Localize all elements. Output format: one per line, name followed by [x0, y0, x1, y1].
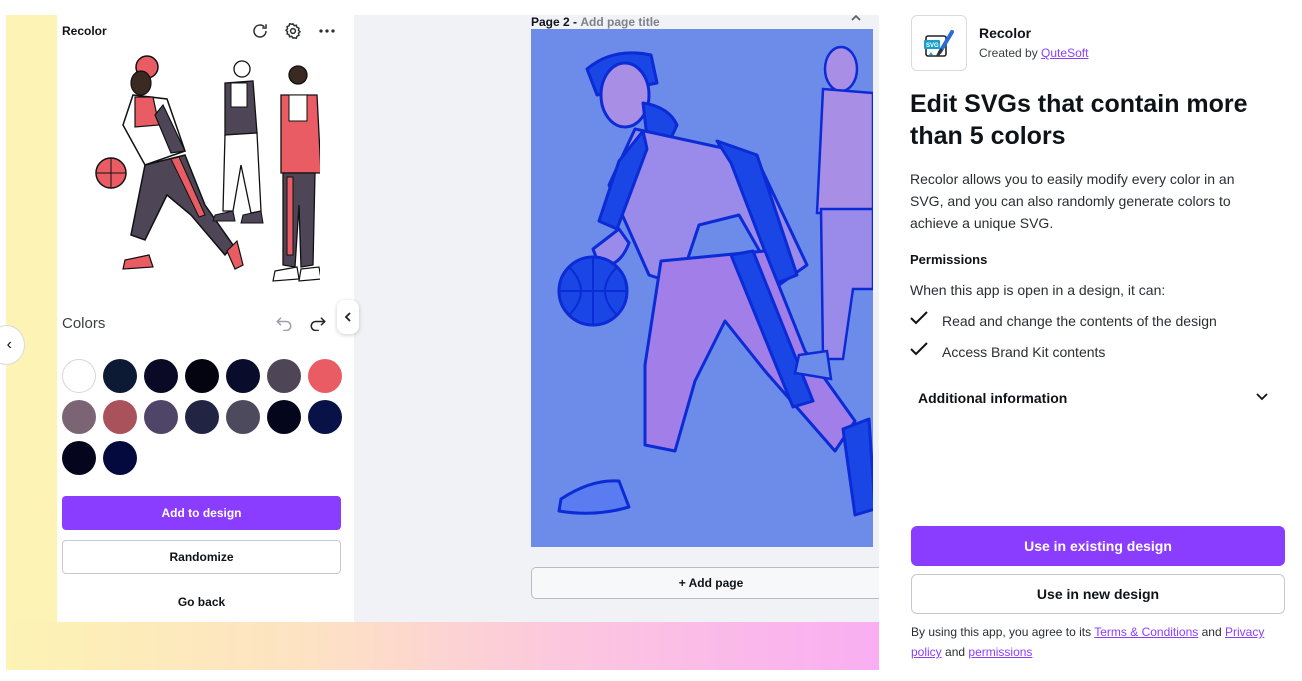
color-swatch[interactable] — [62, 441, 96, 475]
color-swatch[interactable] — [267, 359, 301, 393]
permission-label: Read and change the contents of the desi… — [942, 312, 1217, 329]
add-to-design-button[interactable]: Add to design — [62, 496, 341, 530]
color-swatch[interactable] — [308, 400, 342, 434]
color-swatch-grid — [62, 359, 342, 475]
color-swatch[interactable] — [144, 400, 178, 434]
additional-information-toggle[interactable]: Additional information — [918, 390, 1067, 406]
permission-item: Access Brand Kit contents — [910, 342, 1105, 361]
author-link[interactable]: QuteSoft — [1041, 46, 1088, 60]
color-swatch[interactable] — [103, 359, 137, 393]
undo-icon[interactable] — [275, 315, 293, 336]
color-swatch[interactable] — [62, 359, 96, 393]
permission-label: Access Brand Kit contents — [942, 343, 1106, 360]
page-title-input[interactable]: Add page title — [580, 15, 659, 29]
randomize-button[interactable]: Randomize — [62, 540, 341, 574]
terms-and-2: and — [945, 645, 966, 659]
color-swatch[interactable] — [103, 400, 137, 434]
panel-title: Recolor — [62, 24, 107, 38]
color-swatch[interactable] — [308, 359, 342, 393]
color-swatch[interactable] — [185, 359, 219, 393]
more-options-icon[interactable] — [316, 20, 338, 42]
settings-gear-icon[interactable] — [282, 20, 304, 42]
collapse-panel-chevron-icon[interactable] — [337, 300, 359, 334]
refresh-icon[interactable] — [249, 20, 271, 42]
recolor-app-panel: Recolor Colors Add to design Randomize G… — [57, 15, 354, 622]
app-info-panel: SVG Recolor Created by QuteSoft Edit SVG… — [879, 0, 1302, 681]
go-back-button[interactable]: Go back — [62, 585, 341, 619]
redo-icon[interactable] — [309, 315, 327, 336]
permissions-link[interactable]: permissions — [968, 645, 1032, 659]
svg-text:SVG: SVG — [926, 43, 939, 49]
add-page-button[interactable]: + Add page — [531, 567, 891, 599]
design-page-canvas[interactable] — [531, 29, 873, 547]
terms-link[interactable]: Terms & Conditions — [1094, 625, 1198, 639]
page-number: Page 2 - — [531, 15, 578, 29]
color-swatch[interactable] — [185, 400, 219, 434]
use-in-existing-design-button[interactable]: Use in existing design — [911, 526, 1285, 566]
permissions-intro: When this app is open in a design, it ca… — [910, 282, 1166, 298]
created-by: Created by QuteSoft — [979, 46, 1088, 60]
chevron-up-icon[interactable] — [850, 12, 862, 26]
page-label: Page 2 - Add page title — [531, 15, 660, 29]
terms-prefix: By using this app, you agree to its — [911, 625, 1092, 639]
chevron-down-icon[interactable] — [1255, 388, 1269, 404]
checkmark-icon — [910, 311, 934, 330]
created-by-prefix: Created by — [979, 46, 1038, 60]
terms-notice: By using this app, you agree to its Term… — [911, 622, 1285, 662]
app-headline: Edit SVGs that contain more than 5 color… — [910, 90, 1248, 150]
color-swatch[interactable] — [103, 441, 137, 475]
color-swatch[interactable] — [144, 359, 178, 393]
permission-item: Read and change the contents of the desi… — [910, 311, 1217, 330]
color-swatch[interactable] — [267, 400, 301, 434]
checkmark-icon — [910, 342, 934, 361]
color-swatch[interactable] — [62, 400, 96, 434]
editor-sidebar-strip — [6, 15, 57, 622]
color-swatch[interactable] — [226, 400, 260, 434]
permissions-title: Permissions — [910, 252, 988, 267]
terms-and: and — [1201, 625, 1222, 639]
use-in-new-design-button[interactable]: Use in new design — [911, 574, 1285, 614]
app-name: Recolor — [979, 25, 1032, 41]
recolor-app-icon: SVG — [911, 15, 967, 71]
colors-label: Colors — [62, 315, 106, 332]
color-swatch[interactable] — [226, 359, 260, 393]
svg-preview-illustration — [75, 55, 322, 290]
app-description: Recolor allows you to easily modify ever… — [910, 171, 1235, 231]
